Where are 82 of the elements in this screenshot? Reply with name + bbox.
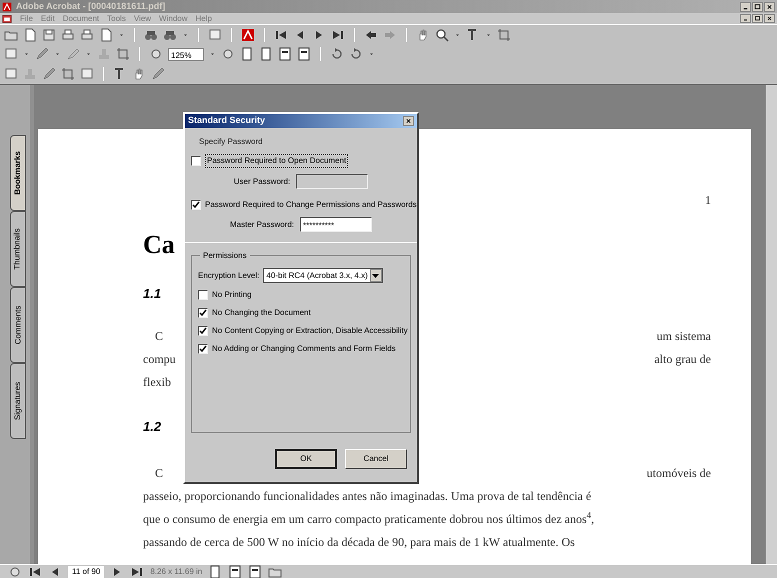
nav-tab[interactable]: Comments [10,287,26,363]
section-heading: 1.2 [143,418,162,436]
rotate-icon[interactable] [349,47,363,61]
highlighter-icon[interactable] [66,47,80,61]
printer-icon[interactable] [61,28,75,42]
field-label: Master Password: [230,218,294,230]
circle-icon[interactable] [221,47,235,61]
acrobat-icon[interactable] [241,28,255,42]
dialog-button[interactable]: Cancel [345,449,407,469]
checkbox[interactable] [198,290,208,300]
field-label: Encryption Level: [198,270,260,282]
page-icon[interactable] [23,28,37,42]
zoom-field[interactable]: 125% [168,48,204,60]
pencil-icon[interactable] [42,67,56,81]
zoom-icon[interactable] [435,28,449,42]
crop-icon[interactable] [116,47,130,61]
minimize-icon[interactable] [740,14,751,23]
nav-tab[interactable]: Bookmarks [10,135,26,211]
rotate-icon[interactable] [330,47,344,61]
checkbox[interactable] [198,344,208,354]
circle-icon[interactable] [8,564,22,578]
maximize-icon[interactable] [752,14,763,23]
pencil-icon[interactable] [35,47,49,61]
password-field[interactable]: ********** [300,217,372,232]
fit-page-icon[interactable] [259,47,273,61]
checkbox-label[interactable]: No Content Copying or Extraction, Disable Accessibility [212,325,408,337]
nav-tab[interactable]: Signatures [10,363,26,439]
dialog-title: Standard Security [188,114,266,128]
close-icon[interactable] [764,2,775,12]
note-icon[interactable] [4,67,18,81]
section-heading: 1.1 [143,285,162,304]
body-text: utomóveis de [646,464,711,482]
dropdown-button[interactable] [370,269,382,282]
checkbox-label[interactable]: No Changing the Document [212,307,311,319]
checkbox[interactable] [191,200,201,210]
body-text: passando de cerca de 500 W no início da década de 90, para mais de 1 kW atualmente. Os [143,534,575,550]
crop-icon[interactable] [61,67,75,81]
nav-tab[interactable]: Thumbnails [10,211,26,287]
fit-width-icon[interactable] [248,564,262,578]
body-text: flexib [143,374,171,390]
body-text: um sistema [656,328,711,344]
caret-icon [372,272,380,278]
crop-icon[interactable] [497,28,511,42]
fit-page-icon[interactable] [240,47,254,61]
note-icon[interactable] [80,67,94,81]
encryption-dropdown[interactable]: 40-bit RC4 (Acrobat 3.x, 4.x) [263,268,383,283]
document-icon[interactable] [2,14,12,24]
chapter-heading: Ca [143,229,175,261]
note-icon[interactable] [208,28,222,42]
dialog-button[interactable]: OK [275,449,337,469]
close-icon[interactable] [403,116,414,126]
checkbox[interactable] [198,308,208,318]
checkbox-label[interactable]: No Printing [212,289,252,301]
body-text: passeio, proporcionando funcionalidades antes não imaginadas. Uma prova de tal tendência é [143,488,592,504]
vertical-scrollbar[interactable] [765,85,777,564]
body-text: C [154,464,164,482]
fit-width-icon[interactable] [297,47,311,61]
page-number-field[interactable]: 11 of 90 [68,566,104,578]
body-text: que o consumo de energia em um carro compacto praticamente dobrou nos últimos dez anos$^{4}$, [143,510,594,528]
checkbox-label[interactable]: Password Required to Change Permissions and Passwords [205,199,417,211]
fit-width-icon[interactable] [278,47,292,61]
fit-width-icon[interactable] [228,564,242,578]
close-icon[interactable] [764,14,775,23]
fit-page-icon[interactable] [208,564,222,578]
maximize-icon[interactable] [752,2,763,12]
body-text: C [154,328,164,344]
checkbox[interactable] [198,326,208,336]
minimize-icon[interactable] [740,2,751,12]
pencil-icon[interactable] [151,67,165,81]
page-size-label: 8.26 x 11.69 in [150,566,202,578]
page-icon[interactable] [99,28,113,42]
checkbox-label[interactable]: No Adding or Changing Comments and Form Fields [212,343,396,355]
field-label: User Password: [234,176,290,188]
body-text: alto grau de [654,350,711,368]
printer-icon[interactable] [80,28,94,42]
window-title: Adobe Acrobat - [00040181611.pdf] [16,0,166,13]
body-text: compu [143,350,176,368]
circle-icon[interactable] [149,47,163,61]
acrobat-icon[interactable] [2,2,12,12]
group-label: Specify Password [198,136,264,148]
note-icon[interactable] [4,47,18,61]
page-number: 1 [705,192,711,209]
